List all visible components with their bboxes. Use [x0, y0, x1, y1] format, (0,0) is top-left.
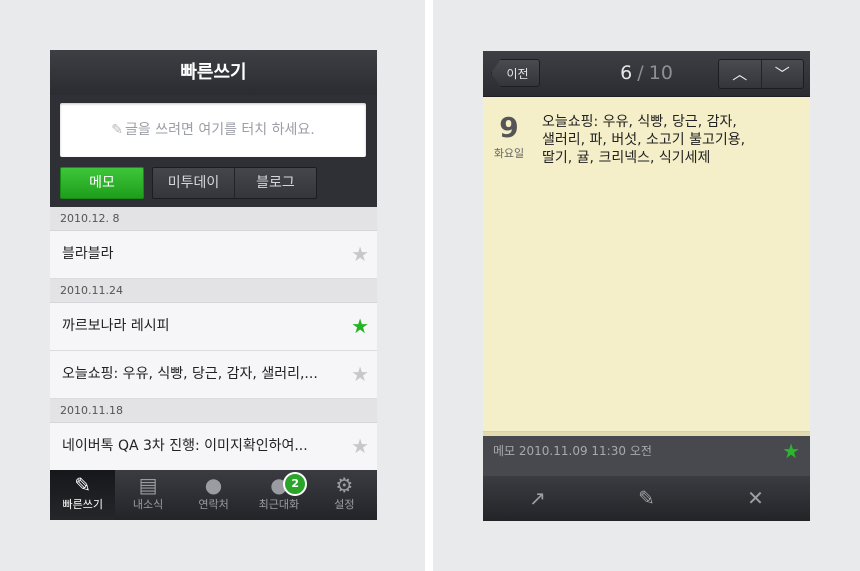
share-icon[interactable]: ↗: [483, 476, 592, 521]
tab-contacts[interactable]: ● 연락처: [181, 470, 246, 520]
note-line: 딸기, 귤, 크리넥스, 식기세제: [542, 150, 711, 166]
note-text[interactable]: 오늘쇼핑: 우유, 식빵, 당근, 감자, 샐러리, 파, 버섯, 소고기 불고…: [542, 113, 797, 167]
note-footer: 메모 2010.11.09 11:30 오전 ★: [483, 436, 810, 476]
note-body: 9 화요일 오늘쇼핑: 우유, 식빵, 당근, 감자, 샐러리, 파, 버섯, …: [483, 97, 810, 431]
tab-settings[interactable]: ⚙ 설정: [312, 470, 377, 520]
date-header: 2010.12. 8: [50, 207, 377, 231]
tab-label: 빠른쓰기: [62, 498, 103, 511]
page-title: 빠른쓰기: [50, 50, 377, 96]
quick-write-screen: 빠른쓰기 ✎ 글을 쓰려면 여기를 터치 하세요. 메모 미투데이 블로그 201…: [50, 50, 377, 520]
memo-list: 2010.12. 8 블라블라 ★ 2010.11.24 까르보나라 레시피 ★…: [50, 207, 377, 471]
note-line: 오늘쇼핑: 우유, 식빵, 당근, 감자,: [542, 114, 737, 130]
date-header: 2010.11.18: [50, 399, 377, 423]
divider: [425, 0, 433, 571]
page-separator: /: [637, 62, 644, 84]
delete-icon[interactable]: ✕: [701, 476, 810, 521]
detail-header: 이전 6 / 10 ︿ ﹀: [483, 51, 810, 97]
compose-input[interactable]: ✎ 글을 쓰려면 여기를 터치 하세요.: [60, 103, 366, 157]
day-number: 9: [499, 111, 519, 144]
list-item-text: 블라블라: [62, 246, 114, 262]
detail-toolbar: ↗ ✎ ✕: [483, 476, 810, 521]
chevron-down-icon[interactable]: ﹀: [760, 60, 804, 88]
chevron-up-icon[interactable]: ︿: [719, 60, 761, 88]
page-total: 10: [648, 62, 673, 84]
list-item-text: 네이버톡 QA 3차 진행: 이미지확인하여...: [62, 438, 308, 454]
news-icon: ▤: [138, 473, 158, 497]
page-indicator: 6 / 10: [583, 51, 710, 96]
tab-label: 연락처: [198, 498, 229, 511]
tab-label: 내소식: [132, 498, 164, 511]
star-icon[interactable]: ★: [351, 351, 369, 398]
tab-bar: ✎ 빠른쓰기 ▤ 내소식 ● 연락처 ● 2 최근대화 ⚙ 설정: [50, 470, 377, 520]
star-icon[interactable]: ★: [351, 423, 369, 470]
contacts-icon: ●: [204, 473, 223, 497]
tab-news[interactable]: ▤ 내소식: [115, 470, 180, 520]
back-button[interactable]: 이전: [491, 59, 540, 87]
compose-icon: ✎: [74, 473, 92, 497]
date-header: 2010.11.24: [50, 279, 377, 303]
list-item[interactable]: 오늘쇼핑: 우유, 식빵, 당근, 감자, 샐러리,... ★: [50, 351, 377, 399]
star-icon[interactable]: ★: [351, 303, 369, 350]
blog-button[interactable]: 블로그: [234, 168, 316, 198]
note-line: 샐러리, 파, 버섯, 소고기 불고기용,: [542, 132, 746, 148]
edit-icon[interactable]: ✎: [592, 476, 701, 521]
tab-label: 최근대화: [258, 498, 300, 511]
list-item[interactable]: 블라블라 ★: [50, 231, 377, 279]
share-target-group: 미투데이 블로그: [152, 167, 317, 199]
gear-icon: ⚙: [335, 473, 354, 497]
list-item-text: 까르보나라 레시피: [62, 318, 170, 334]
list-item[interactable]: 까르보나라 레시피 ★: [50, 303, 377, 351]
list-item-text: 오늘쇼핑: 우유, 식빵, 당근, 감자, 샐러리,...: [62, 366, 318, 382]
tab-label: 설정: [334, 498, 355, 511]
tab-recent-chats[interactable]: ● 2 최근대화: [246, 470, 311, 520]
star-icon[interactable]: ★: [351, 231, 369, 278]
pencil-icon: ✎: [111, 122, 124, 138]
list-item[interactable]: 네이버톡 QA 3차 진행: 이미지확인하여... ★: [50, 423, 377, 471]
memo-detail-screen: 이전 6 / 10 ︿ ﹀ 9 화요일 오늘쇼핑: 우유, 식빵, 당근, 감자…: [483, 51, 810, 521]
note-meta: 메모 2010.11.09 11:30 오전: [493, 444, 652, 458]
day-name: 화요일: [493, 147, 525, 160]
compose-placeholder: 글을 쓰려면 여기를 터치 하세요.: [125, 122, 315, 138]
tab-quick-write[interactable]: ✎ 빠른쓰기: [50, 470, 116, 520]
me2day-button[interactable]: 미투데이: [153, 168, 234, 198]
prev-next-group: ︿ ﹀: [718, 59, 804, 89]
star-icon[interactable]: ★: [782, 436, 800, 466]
compose-area: ✎ 글을 쓰려면 여기를 터치 하세요. 메모 미투데이 블로그: [50, 95, 377, 207]
memo-button[interactable]: 메모: [60, 167, 144, 199]
page-current: 6: [620, 62, 633, 84]
